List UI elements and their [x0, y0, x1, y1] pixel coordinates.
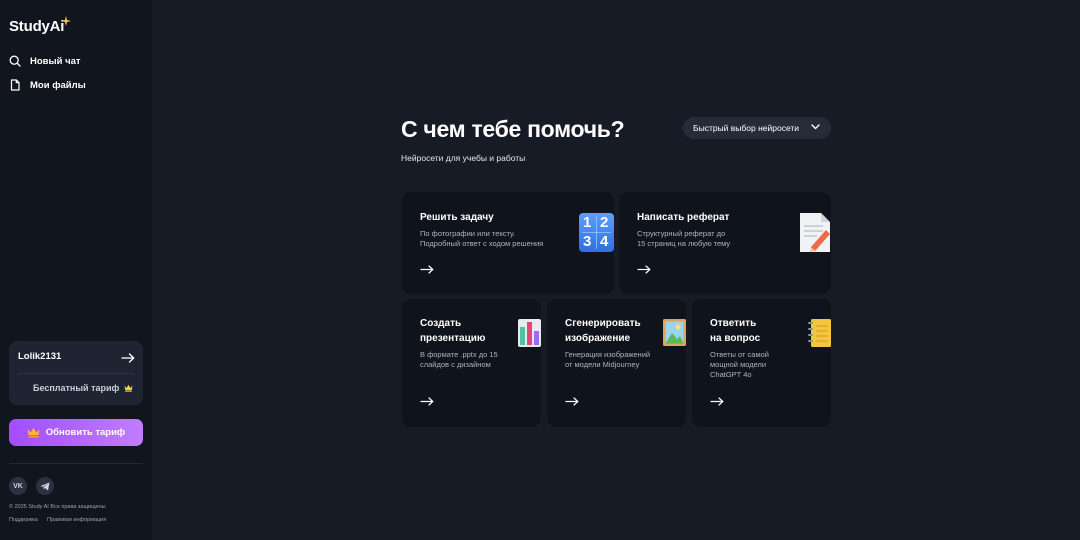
model-select-dropdown[interactable]: Быстрый выбор нейросети: [683, 117, 831, 139]
numbers-icon: 1 2 3 4: [579, 213, 614, 252]
card-title: Решить задачу: [420, 212, 494, 223]
arrow-right-icon: [565, 397, 579, 406]
copyright: © 2025 Study AI Все права защищены: [9, 504, 106, 510]
card-desc: По фотографии или тексту.: [420, 229, 516, 238]
plan-label: Бесплатный тариф: [33, 383, 120, 393]
upgrade-label: Обновить тариф: [45, 427, 126, 438]
card-title: Написать реферат: [637, 212, 730, 223]
icon-digit: 2: [600, 214, 609, 231]
card-desc: В формате .pptx до 15: [420, 350, 498, 359]
arrow-right-icon: [710, 397, 724, 406]
card-title: Ответить: [710, 318, 757, 329]
page-subtitle: Нейросети для учебы и работы: [401, 153, 526, 163]
crown-icon: [27, 428, 40, 438]
bar-chart-icon: [518, 319, 541, 347]
nav-item-my-files[interactable]: Мои файлы: [9, 77, 86, 93]
nav-item-label: Мои файлы: [30, 79, 86, 91]
telegram-icon: [40, 482, 50, 490]
plan-badge[interactable]: Бесплатный тариф: [33, 383, 133, 393]
divider: [18, 373, 134, 374]
card-desc: от модели Midjourney: [565, 360, 640, 369]
logo[interactable]: StudyAi: [9, 16, 71, 35]
logo-text-study: Study: [9, 18, 50, 35]
arrow-right-icon: [420, 265, 434, 274]
card-title: Сгенерировать: [565, 318, 641, 329]
model-select-label: Быстрый выбор нейросети: [693, 123, 800, 133]
card-desc: Структурный реферат до: [637, 229, 726, 238]
arrow-right-icon: [121, 353, 135, 363]
icon-digit: 4: [600, 233, 609, 250]
legal-link[interactable]: Правовая информация: [47, 517, 106, 523]
notebook-icon: [808, 319, 831, 347]
logout-button[interactable]: [121, 350, 135, 368]
card-title: Создать: [420, 318, 462, 329]
card-desc: слайдов с дизайном: [420, 360, 491, 369]
telegram-link[interactable]: Telegram: [36, 477, 54, 495]
sparkle-icon: [61, 16, 71, 26]
upgrade-plan-button[interactable]: Обновить тариф: [9, 419, 143, 446]
card-desc: Подробный ответ с ходом решения: [420, 239, 544, 248]
nav-item-label: Новый чат: [30, 55, 81, 67]
vk-icon: VK: [13, 482, 23, 490]
card-desc: 15 страниц на любую тему: [637, 239, 731, 248]
search-icon: [9, 55, 21, 67]
vk-link[interactable]: VK: [9, 477, 27, 495]
chevron-down-icon: [811, 124, 820, 130]
card-generate-image[interactable]: Сгенерировать изображение Генерация изоб…: [547, 299, 686, 427]
card-desc: Ответы от самой: [710, 350, 769, 359]
card-solve-task[interactable]: Решить задачу По фотографии или тексту. …: [402, 192, 614, 294]
crown-icon: [124, 384, 133, 392]
card-write-essay[interactable]: Написать реферат Структурный реферат до …: [619, 192, 831, 294]
card-desc: ChatGPT 4o: [710, 370, 752, 379]
icon-digit: 1: [583, 214, 592, 231]
user-card: Lolik2131 Бесплатный тариф: [9, 341, 143, 405]
card-desc: мощной модели: [710, 360, 767, 369]
page-title: С чем тебе помочь?: [401, 116, 625, 142]
card-create-presentation[interactable]: Создать презентацию В формате .pptx до 1…: [402, 299, 541, 427]
card-answer-question[interactable]: Ответить на вопрос Ответы от самой мощно…: [692, 299, 831, 427]
card-title: изображение: [565, 333, 631, 344]
divider: [9, 463, 143, 464]
arrow-right-icon: [420, 397, 434, 406]
sidebar: StudyAi Новый чат Мои файлы Lolik2131 Бе…: [0, 0, 152, 540]
user-name: Lolik2131: [18, 351, 62, 362]
document-pencil-icon: [800, 213, 830, 252]
picture-icon: [663, 319, 686, 346]
arrow-right-icon: [637, 265, 651, 274]
document-icon: [9, 79, 21, 91]
nav-item-new-chat[interactable]: Новый чат: [9, 53, 81, 69]
support-link[interactable]: Поддержка: [9, 517, 38, 523]
card-title: на вопрос: [710, 333, 761, 344]
icon-digit: 3: [583, 233, 592, 250]
card-desc: Генерация изображений: [565, 350, 651, 359]
card-title: презентацию: [420, 333, 486, 344]
